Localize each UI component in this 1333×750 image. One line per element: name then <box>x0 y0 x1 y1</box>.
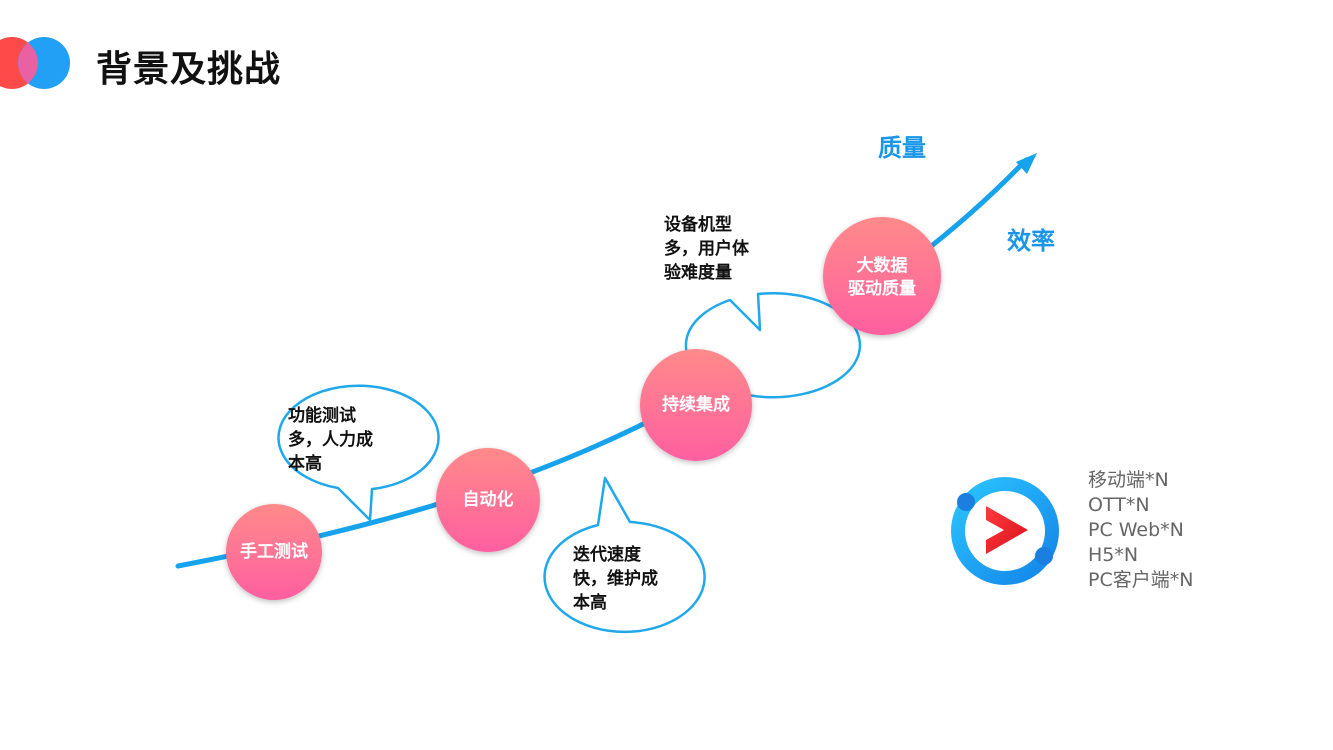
platform-item-mobile: 移动端*N <box>1088 469 1169 491</box>
stage-label-manual: 手工测试 <box>240 542 308 562</box>
challenge-text-ci: 设备机型 多，用户体 验难度量 <box>664 215 749 283</box>
platform-item-h5: H5*N <box>1088 544 1139 566</box>
stage-label-auto: 自动化 <box>462 490 514 510</box>
challenge-text-manual: 功能测试 多，人力成 本高 <box>288 406 373 474</box>
axis-label-quality: 质量 <box>878 134 926 162</box>
axis-label-efficiency: 效率 <box>1007 227 1055 255</box>
platform-list: 移动端*N OTT*N PC Web*N H5*N PC客户端*N <box>1088 468 1193 593</box>
stage-label-ci: 持续集成 <box>662 395 730 415</box>
challenge-text-auto: 迭代速度 快，维护成 本高 <box>573 545 658 613</box>
stage-label-bigdata: 大数据 驱动质量 <box>848 256 916 299</box>
youku-play-icon <box>951 477 1059 585</box>
platform-item-pc-client: PC客户端*N <box>1088 569 1194 591</box>
evolution-diagram <box>175 153 1037 634</box>
arrow-head-icon <box>1016 153 1037 174</box>
platform-item-pc-web: PC Web*N <box>1088 519 1184 541</box>
platform-item-ott: OTT*N <box>1088 494 1150 516</box>
